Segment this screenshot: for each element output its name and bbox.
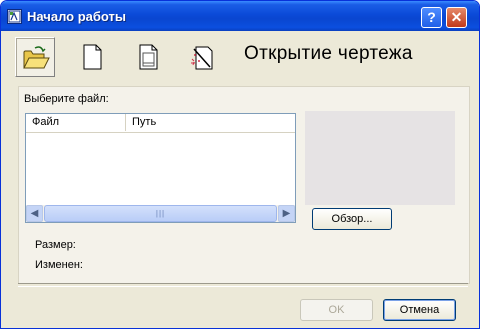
wizard-icon [191,46,213,70]
file-list-header: Файл Путь [26,114,295,133]
scroll-left-button[interactable]: ◀ [26,205,43,222]
page-heading: Открытие чертежа [244,43,413,64]
preview-area [305,111,455,205]
open-drawing-button[interactable] [15,37,55,77]
use-wizard-button[interactable] [182,37,222,77]
close-button[interactable]: ✕ [446,7,467,28]
file-selection-panel: Выберите файл: Файл Путь ◀ ||| ▶ Обзор..… [18,86,470,284]
size-label: Размер: [35,239,76,251]
open-folder-icon [23,46,50,69]
scroll-right-button[interactable]: ▶ [278,205,295,222]
use-template-button[interactable] [128,37,168,77]
horizontal-scrollbar[interactable]: ◀ ||| ▶ [26,205,295,222]
cancel-button[interactable]: Отмена [383,299,456,321]
scroll-thumb[interactable]: ||| [44,205,277,222]
start-dialog-window: Начало работы ? ✕ Открытие чертежа Выбер… [0,0,480,329]
blank-page-icon [83,44,102,70]
select-file-label: Выберите файл: [24,93,109,105]
template-page-icon [139,44,158,70]
start-from-scratch-button[interactable] [72,37,112,77]
column-header-file[interactable]: Файл [26,114,126,131]
ok-button[interactable]: OK [300,299,373,321]
column-header-path[interactable]: Путь [126,114,295,131]
browse-button[interactable]: Обзор... [312,208,392,230]
file-list[interactable]: Файл Путь ◀ ||| ▶ [25,113,296,223]
window-title: Начало работы [27,9,126,24]
dialog-client-area: Открытие чертежа Выберите файл: Файл Пут… [4,31,476,325]
help-button[interactable]: ? [421,7,442,28]
modified-label: Изменен: [35,259,83,271]
separator [18,283,468,287]
app-icon [7,9,22,24]
title-bar[interactable]: Начало работы ? ✕ [1,1,479,31]
